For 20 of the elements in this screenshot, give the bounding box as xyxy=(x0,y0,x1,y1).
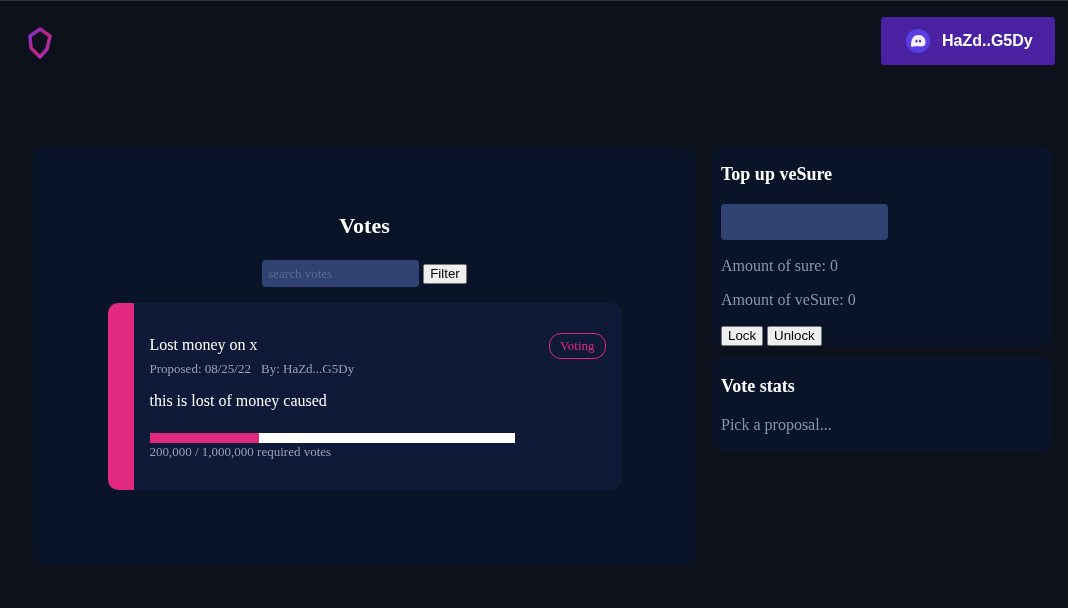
proposal-description: this is lost of money caused xyxy=(149,391,328,411)
top-up-title: Top up veSure xyxy=(721,163,834,185)
lock-button[interactable]: Lock xyxy=(721,326,764,346)
status-badge: Voting xyxy=(549,333,606,359)
vote-progress-text: 200,000 / 1,000,000 required votes xyxy=(149,444,333,460)
amount-text: Amount of sure: 0 xyxy=(721,256,839,276)
proposal-card[interactable]: Lost money on x Proposed: 08/25/22 By: HaZd...G5Dy Voting this is lost of money caused 200,000 / 1,000,000 required votes xyxy=(107,303,622,490)
vote-stats-title: Vote stats xyxy=(721,375,796,397)
ghost-avatar-icon xyxy=(906,29,930,53)
wallet-button[interactable]: HaZd..G5Dy xyxy=(881,17,1055,65)
unlock-button[interactable]: Unlock xyxy=(767,326,822,346)
vote-stats-hint: Pick a proposal... xyxy=(721,415,833,435)
filter-button[interactable]: Filter xyxy=(423,263,467,284)
shield-logo-icon xyxy=(27,27,53,59)
votes-title: Votes xyxy=(339,213,390,239)
proposal-title: Lost money on x xyxy=(149,335,259,355)
amount-text: Amount of veSure: 0 xyxy=(721,290,857,310)
amount-input-field[interactable] xyxy=(721,204,888,240)
proposer-address: By: HaZd...G5Dy xyxy=(261,361,355,377)
proposed-date: Proposed: 08/25/22 xyxy=(149,361,251,377)
